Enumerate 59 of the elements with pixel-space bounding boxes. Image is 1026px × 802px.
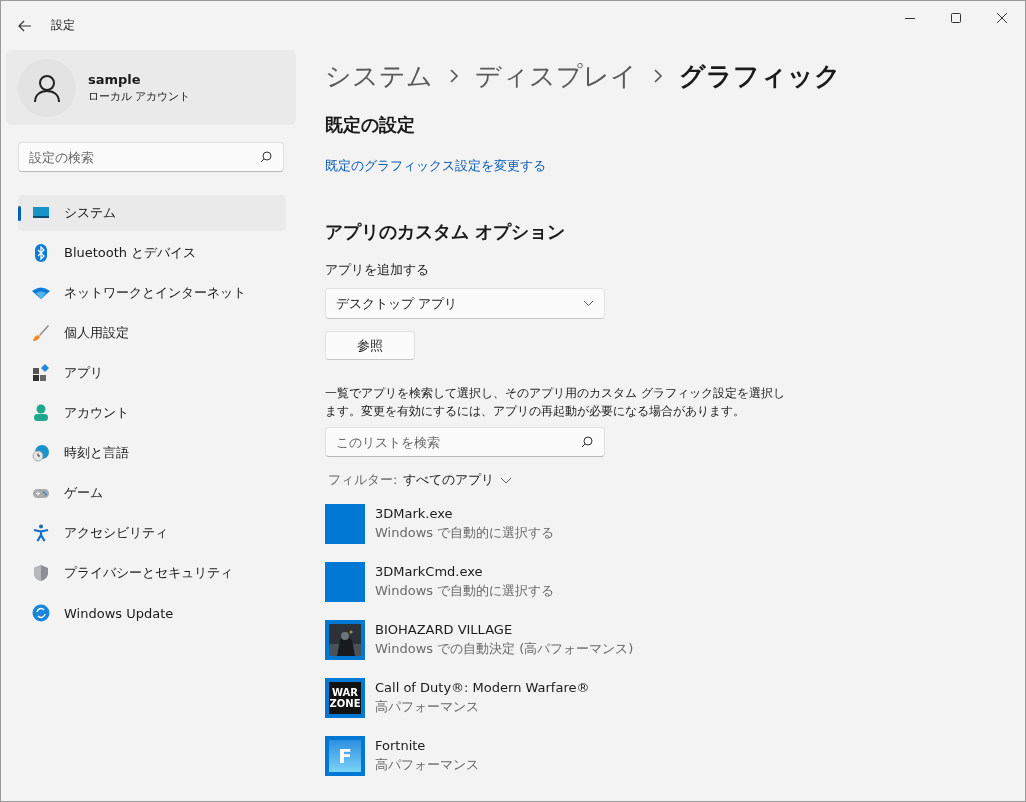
account-type: ローカル アカウント (88, 88, 191, 104)
shield-icon (32, 564, 50, 582)
breadcrumb-link[interactable]: ディスプレイ (475, 58, 637, 94)
sidebar-item[interactable]: アプリ (18, 355, 286, 391)
description-text: 一覧でアプリを検索して選択し、そのアプリ用のカスタム グラフィック設定を選択します。変更を有効にするには、アプリの再起動が必要になる場合があります。 (325, 385, 786, 420)
section-heading: アプリのカスタム オプション (325, 220, 566, 244)
gpu-preference: 高パフォーマンス (375, 756, 479, 774)
apps-icon (32, 364, 50, 382)
app-type-dropdown[interactable]: デスクトップ アプリ (325, 288, 605, 319)
gpu-preference: Windows で自動的に選択する (375, 524, 555, 542)
chevron-icon (449, 69, 459, 83)
chevron-down-icon (583, 300, 594, 307)
list-search-field[interactable]: このリストを検索 (325, 427, 605, 457)
sidebar-item[interactable]: ゲーム (18, 475, 286, 511)
app-icon: F (325, 736, 365, 776)
chevron-down-icon (500, 476, 513, 484)
close-icon (997, 13, 1007, 23)
user-name: sample (88, 71, 142, 87)
app-name: 3DMarkCmd.exe (375, 564, 484, 579)
section-heading: 既定の設定 (325, 113, 415, 137)
search-icon (260, 151, 272, 163)
maximize-icon (951, 13, 961, 23)
chevron-icon (653, 69, 663, 83)
filter-dropdown[interactable]: フィルター: すべてのアプリ (328, 471, 513, 489)
window-title: 設定 (51, 17, 75, 34)
search-field[interactable]: 設定の検索 (18, 142, 284, 172)
sidebar-item[interactable]: Windows Update (18, 595, 286, 631)
brush-icon (32, 324, 50, 342)
search-icon (581, 436, 593, 448)
accessibility-icon (32, 524, 50, 542)
app-icon (325, 562, 365, 602)
profile-card[interactable]: sample ローカル アカウント (6, 50, 296, 125)
app-name: Fortnite (375, 738, 427, 753)
bluetooth-icon (32, 244, 50, 262)
sidebar-item[interactable]: Bluetooth とデバイス (18, 235, 286, 271)
field-label: アプリを追加する (325, 261, 429, 279)
settings-link[interactable]: 既定のグラフィックス設定を変更する (325, 157, 546, 175)
update-icon (32, 604, 50, 622)
page-title: グラフィック (679, 59, 841, 93)
gpu-preference: Windows で自動的に選択する (375, 582, 555, 600)
browse-button[interactable]: 参照 (325, 331, 415, 360)
sidebar-item[interactable]: システム (18, 195, 286, 231)
sidebar-item[interactable]: ネットワークとインターネット (18, 275, 286, 311)
sidebar-item[interactable]: アクセシビリティ (18, 515, 286, 551)
sidebar-item[interactable]: 個人用設定 (18, 315, 286, 351)
globe-clock-icon (32, 444, 50, 462)
back-arrow-icon (18, 19, 32, 32)
gpu-preference: 高パフォーマンス (375, 698, 480, 716)
sidebar-item[interactable]: アカウント (18, 395, 286, 431)
sidebar-item[interactable]: プライバシーとセキュリティ (18, 555, 286, 591)
app-icon (325, 504, 365, 544)
app-name: Call of Duty®: Modern Warfare® (375, 680, 590, 695)
app-name: 3DMark.exe (375, 506, 454, 521)
app-name: BIOHAZARD VILLAGE (375, 622, 514, 637)
person-icon (32, 404, 50, 422)
gpu-preference: Windows での自動決定 (高パフォーマンス) (375, 640, 634, 658)
sidebar-item[interactable]: 時刻と言語 (18, 435, 286, 471)
app-icon: WAR ZONE (325, 678, 365, 718)
breadcrumb-link[interactable]: システム (325, 58, 433, 94)
